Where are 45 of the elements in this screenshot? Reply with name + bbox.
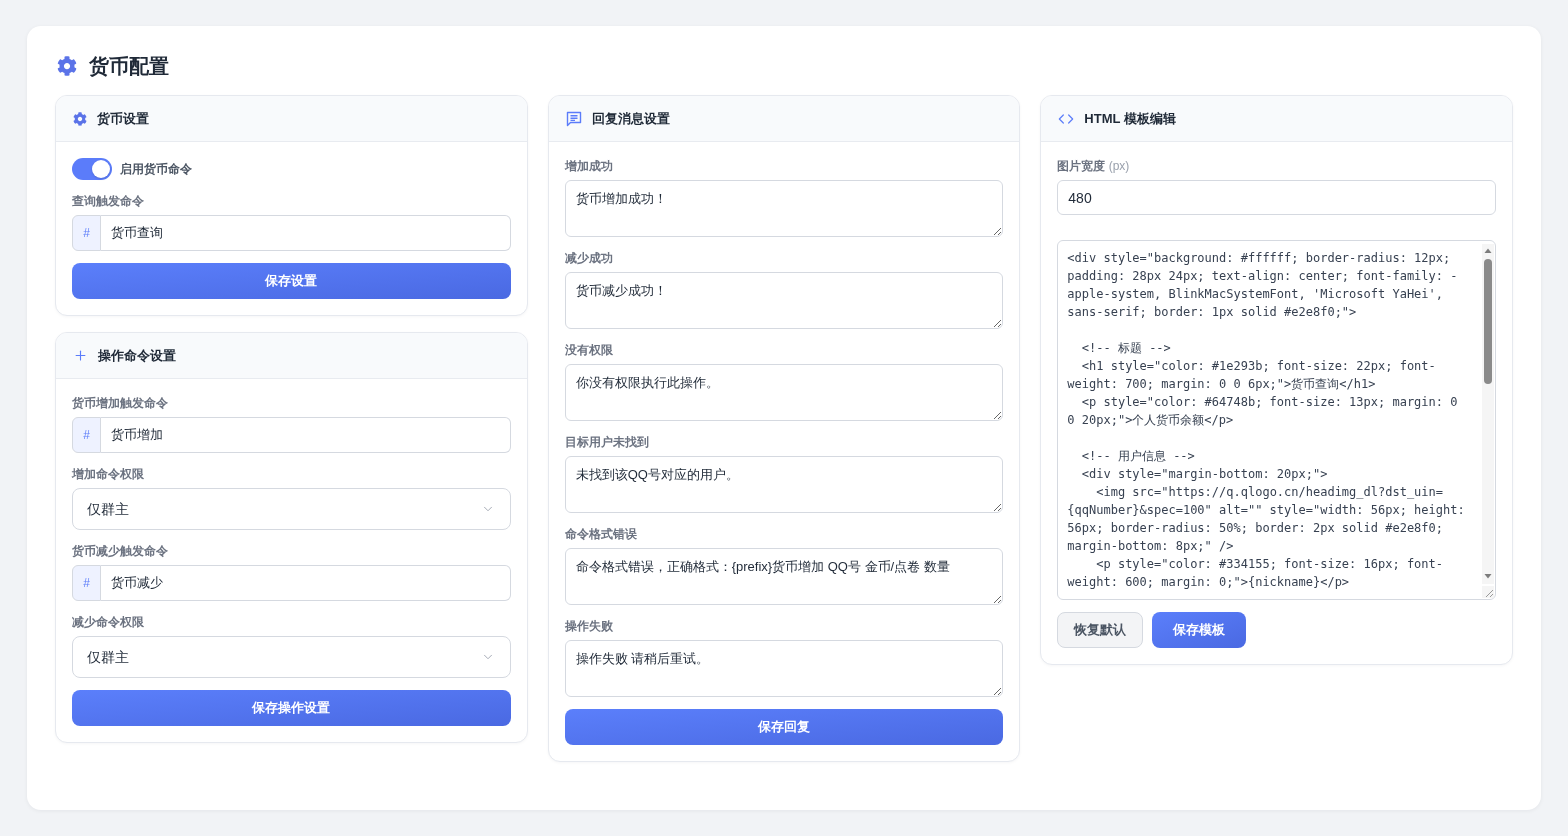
save-button[interactable]: 保存设置 [72, 263, 511, 299]
message-textarea[interactable]: 命令格式错误，正确格式：{prefix}货币增加 QQ号 金币/点卷 数量 [564, 548, 1004, 605]
field-label: 目标用户未找到 [564, 434, 650, 450]
toggle-switch[interactable] [72, 158, 112, 180]
hash-prefix: # [72, 417, 101, 453]
message-textarea[interactable]: 你没有权限执行此操作。 [564, 364, 1004, 421]
hash-prefix: # [72, 215, 101, 251]
message-textarea[interactable]: 货币增加成功！ [564, 180, 1004, 237]
message-textarea[interactable]: 操作失败 请稍后重试。 [564, 640, 1004, 697]
code-editor[interactable]: <div style="background: #ffffff; border-radius: 12px; padding: 28px 24px; text-align: center; font-family: -apple-system, BlinkMacSystemFont, 'Microsoft YaHei', sans-serif; border: 1px solid #e2e8f0;"> <!-- 标题 --> <h1 style="color: #1e293b; font-size: 22px; font-weight: 700; margin: 0 0 6px;">货币查询</h1> <p style="color: #64748b; font-size: 13px; margin: 0 0 20px;">个人货币余额</p> <!-- 用户信息 --> <div style="margin-bottom: 20px;"> <img src="https://q.qlogo.cn/headimg_dl?dst_uin={qqNumber}&spec=100" alt="" style="width: 56px; height: 56px; border-radius: 50%; border: 2px solid #e2e8f0; margin-bottom: 8px;" /> <p style="color: #334155; font-size: 16px; font-weight: 600; margin: 0;">{nickname}</p> [1057, 240, 1496, 600]
command-input[interactable]: 货币减少 [101, 565, 511, 601]
permission-select[interactable]: 仅群主 [72, 636, 511, 678]
width-input[interactable]: 480 [1057, 180, 1496, 215]
page-title: 货币配置 [89, 54, 169, 79]
field-label: 货币增加触发命令 [72, 395, 169, 411]
message-icon [565, 110, 582, 127]
field-label: 减少命令权限 [72, 614, 145, 630]
field-label: 图片宽度 (px) [1057, 158, 1131, 174]
settings-icon [73, 111, 87, 126]
field-label: 增加成功 [564, 158, 614, 174]
save-button[interactable]: 保存回复 [564, 709, 1004, 745]
field-label: 没有权限 [564, 342, 614, 358]
plus-icon [73, 348, 88, 363]
reset-button[interactable]: 恢复默认 [1057, 612, 1144, 648]
panel-title: 货币设置 [97, 109, 149, 128]
save-template-button[interactable]: 保存模板 [1152, 612, 1247, 648]
toggle-label: 启用货币命令 [120, 161, 192, 178]
save-button[interactable]: 保存操作设置 [72, 690, 511, 726]
field-label: 减少成功 [564, 250, 614, 266]
message-textarea[interactable]: 未找到该QQ号对应的用户。 [564, 456, 1004, 513]
message-textarea[interactable]: 货币减少成功！ [564, 272, 1004, 329]
hash-prefix: # [72, 565, 101, 601]
panel-title: 操作命令设置 [98, 346, 176, 365]
field-label: 货币减少触发命令 [72, 543, 169, 559]
field-label: 查询触发命令 [72, 193, 145, 209]
resize-grip-icon [1482, 586, 1494, 598]
command-input[interactable]: 货币查询 [101, 215, 511, 251]
panel-title: 回复消息设置 [591, 109, 670, 128]
permission-select[interactable]: 仅群主 [72, 488, 511, 530]
panel-title: HTML 模板编辑 [1084, 109, 1176, 128]
field-label: 命令格式错误 [564, 526, 638, 542]
field-label: 增加命令权限 [72, 466, 145, 482]
command-input[interactable]: 货币增加 [101, 417, 511, 453]
field-label: 操作失败 [564, 618, 614, 634]
settings-icon [57, 56, 77, 76]
